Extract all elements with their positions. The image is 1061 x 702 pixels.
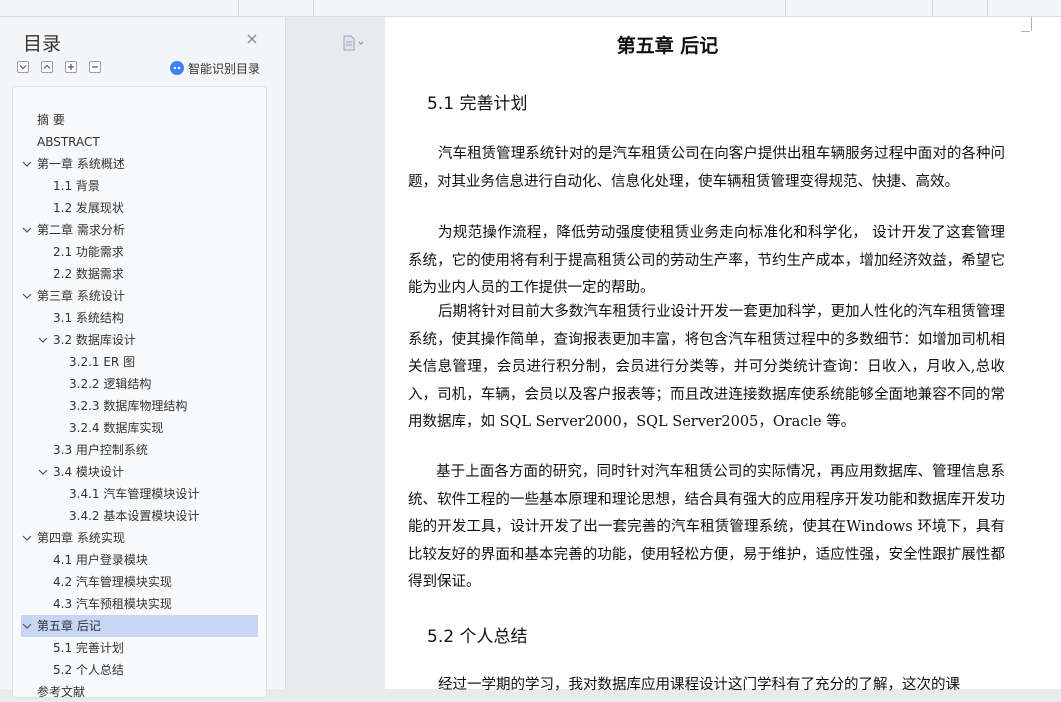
toc-list: 摘 要 ABSTRACT 第一章 系统概述 1.1 背景 1.2 发展现状第二章 需求分…: [12, 86, 267, 698]
toc-item-label: 参考文献: [37, 685, 86, 698]
toc-item-label: 3.4 模块设计: [53, 465, 124, 479]
toolbar-divider: [987, 0, 988, 16]
toc-item-label: 第四章 系统实现: [37, 531, 125, 545]
section-heading-5-2: 5.2 个人总结: [427, 627, 528, 647]
toc-item-label: 3.4.1 汽车管理模块设计: [69, 487, 200, 501]
toc-item-label: 3.2.2 逻辑结构: [69, 377, 152, 391]
toc-item-label: 第二章 需求分析: [37, 223, 125, 237]
paragraph: 经过一学期的学习，我对数据库应用课程设计这门学科有了充分的了解，这次的课: [438, 677, 960, 693]
toc-item-label: 第一章 系统概述: [37, 157, 125, 171]
chevron-down-icon[interactable]: [21, 527, 33, 549]
paragraph: 后期将针对目前大多数汽车租赁行业设计开发一套更加科学，更加人性化的汽车租赁管理系…: [408, 304, 1005, 430]
toc-sidebar: 目录 × 智能识别目录 摘 要 ABSTRACT 第一章 系统概述 1.1 背景 1.2…: [0, 17, 286, 698]
toc-item[interactable]: 3.2 数据库设计: [21, 329, 258, 351]
toc-item-label: 1.1 背景: [53, 179, 100, 193]
toc-item[interactable]: 3.2.3 数据库物理结构: [21, 395, 258, 417]
chevron-down-icon[interactable]: [21, 615, 33, 637]
smart-toc-label: 智能识别目录: [188, 61, 261, 76]
toc-item-label: 3.1 系统结构: [53, 311, 124, 325]
section-heading-5-1: 5.1 完善计划: [427, 94, 528, 114]
toc-item-label: ABSTRACT: [37, 135, 100, 149]
toc-item-label: 3.2.3 数据库物理结构: [69, 399, 188, 413]
toc-item[interactable]: 3.4.2 基本设置模块设计: [21, 505, 258, 527]
toc-item-label: 3.2.1 ER 图: [69, 355, 136, 369]
toc-item[interactable]: 1.2 发展现状: [21, 197, 258, 219]
paragraph: 汽车租赁管理系统针对的是汽车租赁公司在向客户提供出租车辆服务过程中面对的各种问题…: [408, 146, 1005, 190]
toc-item-label: 4.3 汽车预租模块实现: [53, 597, 172, 611]
toc-item-label: 2.1 功能需求: [53, 245, 124, 259]
toc-item[interactable]: 3.3 用户控制系统: [21, 439, 258, 461]
collapse-all-icon[interactable]: [41, 61, 53, 73]
paragraph: 基于上面各方面的研究，同时针对汽车租赁公司的实际情况，再应用数据库、管理信息系统…: [408, 464, 1005, 590]
toc-item[interactable]: 2.1 功能需求: [21, 241, 258, 263]
toc-item[interactable]: 3.2.1 ER 图: [21, 351, 258, 373]
crop-mark: [1031, 17, 1032, 31]
toc-item[interactable]: 3.4.1 汽车管理模块设计: [21, 483, 258, 505]
toc-item[interactable]: 参考文献: [21, 681, 258, 698]
toc-item[interactable]: 第五章 后记: [21, 615, 258, 637]
chapter-heading: 第五章 后记: [616, 35, 719, 57]
document-page[interactable]: 第五章 后记 5.1 完善计划 汽车租赁管理系统针对的是汽车租赁公司在向客户提供…: [385, 17, 1061, 693]
plus-icon[interactable]: [65, 61, 77, 73]
document-menu-icon[interactable]: [342, 35, 366, 51]
toolbar-divider: [932, 0, 933, 16]
toolbar-divider: [313, 0, 314, 16]
toc-item-label: 3.2 数据库设计: [53, 333, 136, 347]
chevron-down-icon[interactable]: [37, 461, 49, 483]
toolbar-divider: [238, 0, 239, 16]
toc-item[interactable]: 5.1 完善计划: [21, 637, 258, 659]
toc-item-label: 4.2 汽车管理模块实现: [53, 575, 172, 589]
expand-all-icon[interactable]: [17, 61, 29, 73]
paragraph: 为规范操作流程，降低劳动强度使租赁业务走向标准化和科学化， 设计开发了这套管理系…: [408, 225, 1005, 296]
chevron-down-icon[interactable]: [21, 153, 33, 175]
toc-item[interactable]: 3.4 模块设计: [21, 461, 258, 483]
document-area: 第五章 后记 5.1 完善计划 汽车租赁管理系统针对的是汽车租赁公司在向客户提供…: [297, 17, 1061, 693]
toc-title: 目录: [23, 33, 62, 55]
toc-item[interactable]: 1.1 背景: [21, 175, 258, 197]
chevron-down-icon[interactable]: [21, 285, 33, 307]
toc-item-label: 第三章 系统设计: [37, 289, 125, 303]
toc-item[interactable]: 3.2.2 逻辑结构: [21, 373, 258, 395]
toc-item[interactable]: 5.2 个人总结: [21, 659, 258, 681]
toc-item[interactable]: 第二章 需求分析: [21, 219, 258, 241]
chevron-down-icon[interactable]: [21, 219, 33, 241]
toc-item[interactable]: 3.2.4 数据库实现: [21, 417, 258, 439]
toc-item[interactable]: ABSTRACT: [21, 131, 258, 153]
smart-toc-button[interactable]: 智能识别目录: [170, 59, 260, 77]
toc-item-label: 1.2 发展现状: [53, 201, 124, 215]
toc-item[interactable]: 第四章 系统实现: [21, 527, 258, 549]
toc-item-label: 第五章 后记: [37, 619, 101, 633]
toc-item[interactable]: 第三章 系统设计: [21, 285, 258, 307]
toc-item[interactable]: 3.1 系统结构: [21, 307, 258, 329]
ai-toc-icon: [170, 61, 184, 75]
close-icon[interactable]: ×: [244, 31, 260, 47]
toc-item-label: 3.2.4 数据库实现: [69, 421, 164, 435]
toc-item[interactable]: 摘 要: [21, 109, 258, 131]
toc-item[interactable]: 4.2 汽车管理模块实现: [21, 571, 258, 593]
toc-item-label: 2.2 数据需求: [53, 267, 124, 281]
toc-item-label: 5.2 个人总结: [53, 663, 124, 677]
toc-item-label: 5.1 完善计划: [53, 641, 124, 655]
toc-item[interactable]: 4.1 用户登录模块: [21, 549, 258, 571]
top-toolbar: [0, 0, 1061, 17]
toolbar-divider: [785, 0, 786, 16]
crop-mark: [1021, 31, 1030, 32]
toc-item[interactable]: 2.2 数据需求: [21, 263, 258, 285]
toc-item-label: 3.4.2 基本设置模块设计: [69, 509, 200, 523]
toc-item[interactable]: 第一章 系统概述: [21, 153, 258, 175]
chevron-down-icon[interactable]: [37, 329, 49, 351]
toc-item-label: 摘 要: [37, 113, 65, 127]
toc-item-label: 4.1 用户登录模块: [53, 553, 148, 567]
toc-item-label: 3.3 用户控制系统: [53, 443, 148, 457]
minus-icon[interactable]: [89, 61, 101, 73]
toc-item[interactable]: 4.3 汽车预租模块实现: [21, 593, 258, 615]
